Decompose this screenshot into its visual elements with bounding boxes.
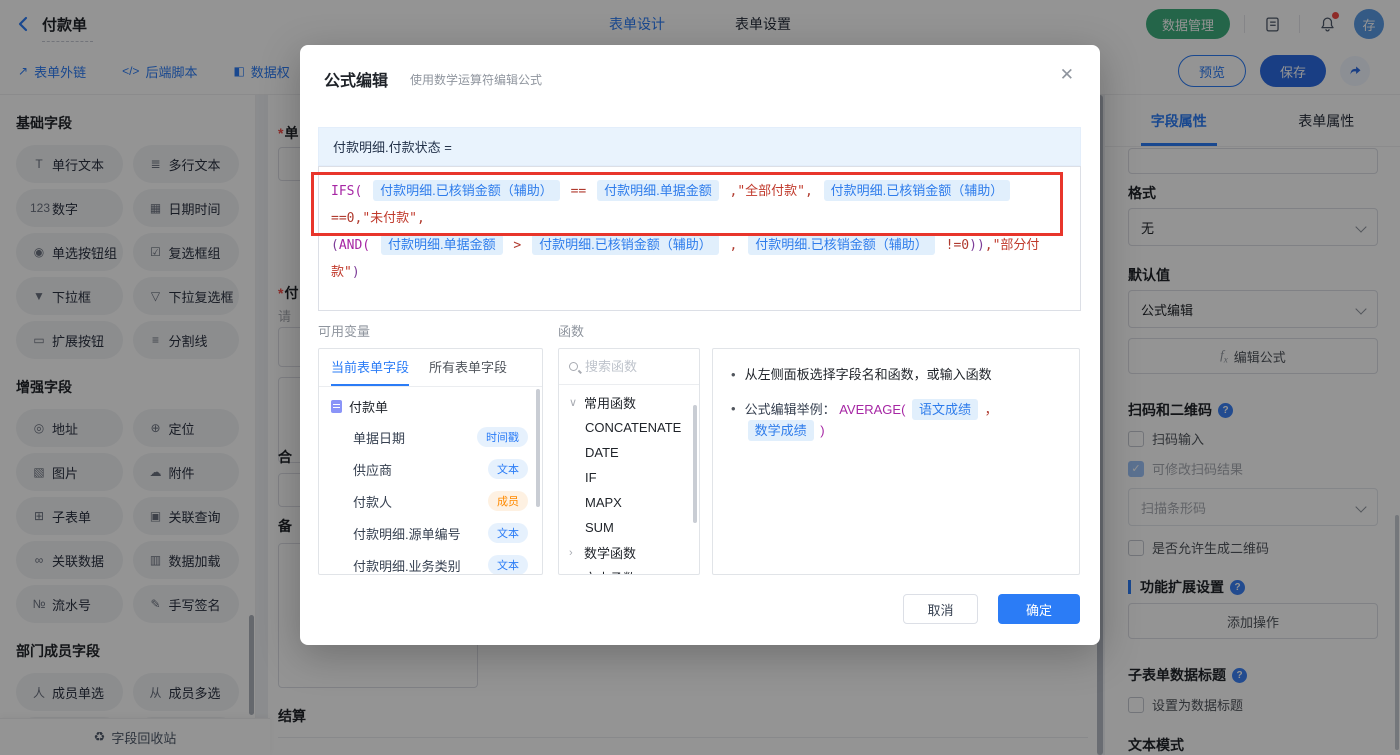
variable-row[interactable]: 供应商 文本: [319, 453, 542, 485]
formula-token: ，: [981, 401, 1002, 417]
formula-token: >: [505, 238, 530, 253]
function-group-label: 数学函数: [584, 546, 637, 561]
function-search[interactable]: [559, 349, 699, 385]
field-chip[interactable]: 语文成绩: [912, 398, 979, 420]
formula-line: IFS( 付款明细.已核销金额（辅助） == 付款明细.单据金额 ,"全部付款"…: [331, 178, 1068, 232]
formula-token: )): [969, 238, 985, 253]
chevron-right-icon: ›: [569, 572, 579, 575]
function-item-SUM[interactable]: SUM: [559, 515, 699, 540]
chevron-down-icon: ∨: [569, 397, 578, 409]
function-item-CONCATENATE[interactable]: CONCATENATE: [559, 415, 699, 440]
app-root: 付款单 表单设计 表单设置 数据管理 存 ↗ 表单外链 </> 后端脚本 ◧ 数据权 预览 …: [0, 0, 1400, 755]
variable-row[interactable]: 付款人 成员: [319, 485, 542, 517]
function-item-DATE[interactable]: DATE: [559, 440, 699, 465]
variables-tab-所有表单字段[interactable]: 所有表单字段: [429, 349, 507, 386]
confirm-button[interactable]: 确定: [998, 594, 1080, 624]
modal-title: 公式编辑: [324, 73, 389, 90]
function-group-数学函数[interactable]: › 数学函数: [559, 540, 699, 565]
formula-target-bar: 付款明细.付款状态 =: [318, 127, 1081, 166]
functions-panel: ∨ 常用函数 CONCATENATEDATEIFMAPXSUM › 数学函数 › 文本函数: [558, 348, 700, 575]
variable-row[interactable]: 付款明细.业务类别 文本: [319, 549, 542, 574]
field-chip[interactable]: 付款明细.已核销金额（辅助）: [748, 234, 935, 255]
function-item-MAPX[interactable]: MAPX: [559, 490, 699, 515]
search-icon: [569, 362, 578, 371]
formula-token: ,: [984, 238, 993, 253]
tip-line: 从左侧面板选择字段名和函数，或输入函数: [731, 365, 1061, 385]
type-badge: 文本: [488, 523, 528, 543]
variables-tab-当前表单字段[interactable]: 当前表单字段: [331, 349, 410, 386]
formula-token: ,: [805, 184, 821, 199]
functions-list: ∨ 常用函数 CONCATENATEDATEIFMAPXSUM › 数学函数 › 文本函数: [559, 385, 699, 575]
type-badge: 文本: [488, 459, 528, 479]
field-chip[interactable]: 数学成绩: [747, 419, 814, 441]
variable-name: 付款明细.业务类别: [353, 558, 461, 574]
functions-label: 函数: [558, 324, 585, 339]
variable-row[interactable]: 付款明细.源单编号 文本: [319, 517, 542, 549]
formula-editor-modal: 公式编辑 使用数学运算符编辑公式 ✕ 付款明细.付款状态 = IFS( 付款明细…: [300, 45, 1100, 645]
formula-token: ,: [416, 211, 425, 226]
type-badge: 成员: [488, 491, 528, 511]
field-chip[interactable]: 付款明细.已核销金额（辅助）: [373, 180, 560, 201]
variables-tabs: 当前表单字段 所有表单字段: [319, 349, 542, 387]
form-root-node[interactable]: 付款单: [319, 391, 542, 421]
formula-token: ,: [721, 184, 738, 199]
formula-token: IFS(: [331, 184, 371, 199]
cancel-button[interactable]: 取消: [903, 594, 978, 624]
variable-name: 供应商: [353, 462, 393, 478]
formula-token: !=0: [937, 238, 970, 253]
formula-editor-area[interactable]: IFS( 付款明细.已核销金额（辅助） == 付款明细.单据金额 ,"全部付款"…: [318, 166, 1081, 311]
formula-token: ,: [721, 238, 746, 253]
field-chip[interactable]: 付款明细.已核销金额（辅助）: [823, 180, 1011, 201]
formula-token: ): [816, 422, 825, 438]
variables-list: 单据日期时间戳供应商文本付款人成员付款明细.源单编号文本付款明细.业务类别文本付…: [319, 421, 542, 574]
formula-token: 公式编辑举例：: [744, 401, 840, 417]
modal-subtitle: 使用数学运算符编辑公式: [410, 73, 543, 87]
variable-row[interactable]: 单据日期 时间戳: [319, 421, 542, 453]
function-group-label: 文本函数: [584, 568, 636, 574]
formula-token: (: [331, 238, 339, 253]
close-icon[interactable]: ✕: [1060, 65, 1074, 85]
variable-name: 付款人: [353, 494, 393, 510]
tips-panel: 从左侧面板选择字段名和函数，或输入函数 公式编辑举例： AVERAGE( 语文成…: [712, 348, 1080, 575]
formula-token: AVERAGE(: [839, 401, 910, 417]
file-icon: [331, 399, 342, 413]
type-badge: 文本: [488, 555, 528, 574]
formula-token: ==: [562, 184, 595, 199]
function-group-常用函数[interactable]: ∨ 常用函数: [559, 390, 699, 415]
functions-scrollbar[interactable]: [693, 405, 697, 523]
formula-line: (AND( 付款明细.单据金额 > 付款明细.已核销金额（辅助） , 付款明细.…: [331, 232, 1068, 286]
field-chip[interactable]: 付款明细.已核销金额（辅助）: [532, 234, 719, 255]
tip-example-line: 公式编辑举例： AVERAGE( 语文成绩 ， 数学成绩 ): [731, 398, 1061, 441]
function-search-input[interactable]: [585, 359, 675, 374]
type-badge: 时间戳: [477, 427, 528, 447]
variables-label: 可用变量: [318, 324, 371, 339]
formula-token: ): [351, 265, 360, 280]
field-chip[interactable]: 付款明细.单据金额: [597, 180, 719, 201]
variable-name: 付款明细.源单编号: [353, 526, 461, 542]
formula-token: AND(: [338, 238, 378, 253]
variable-name: 单据日期: [353, 430, 406, 446]
variables-scrollbar[interactable]: [536, 389, 540, 507]
formula-token: "未付款": [362, 211, 417, 226]
function-group-文本函数[interactable]: › 文本函数: [559, 565, 699, 575]
function-group-label: 常用函数: [584, 396, 637, 411]
field-chip[interactable]: 付款明细.单据金额: [380, 234, 503, 255]
formula-token: "全部付款": [737, 184, 806, 199]
variables-panel: 当前表单字段 所有表单字段 付款单 单据日期 时间戳 供应商 文本 付款人 成员 付款明细.源…: [318, 348, 543, 575]
function-item-IF[interactable]: IF: [559, 465, 699, 490]
chevron-right-icon: ›: [569, 546, 573, 559]
